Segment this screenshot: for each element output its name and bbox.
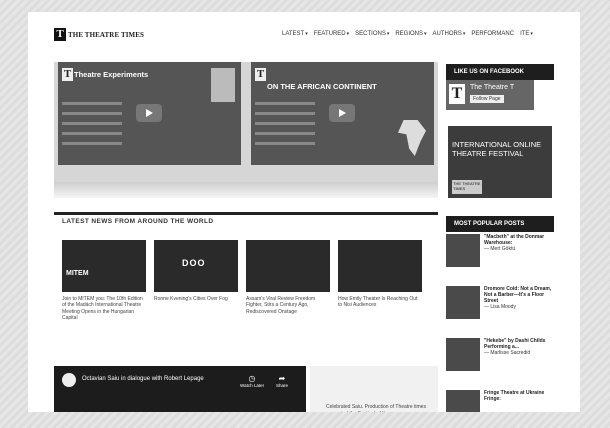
post-thumbnail: [446, 286, 480, 319]
facebook-heading: LIKE US ON FACEBOOK: [446, 64, 554, 80]
fb-follow-button[interactable]: Follow Page: [470, 95, 504, 103]
hero-card-title: ON THE AFRICAN CONTINENT: [267, 82, 377, 91]
text-lines: [255, 102, 315, 152]
theatre-times-logo-icon: T: [449, 84, 465, 104]
post-thumbnail: [446, 338, 480, 371]
performer-figure: [211, 68, 235, 102]
africa-map-icon: [398, 120, 426, 156]
chevron-down-icon: ▾: [530, 31, 533, 37]
nav-latest[interactable]: LATEST▾: [282, 31, 308, 37]
news-thumbnail: [246, 240, 330, 292]
news-thumbnail: [338, 240, 422, 292]
logo-mark: T: [54, 28, 66, 41]
page: T THE THEATRE TIMES LATEST▾ FEATURED▾ SE…: [28, 12, 580, 412]
news-card[interactable]: MITEM Join to MITEM you: The 10th Editio…: [62, 240, 146, 322]
logo-text: THE THEATRE TIMES: [68, 30, 145, 39]
post-thumbnail: [446, 234, 480, 267]
news-thumbnail: DOO: [154, 240, 238, 292]
news-thumbnail: MITEM: [62, 240, 146, 292]
theatre-times-logo-icon: T: [255, 68, 266, 81]
popular-posts-list: "Macbeth" at the Donmar Warehouse: — Mert…: [446, 234, 554, 412]
fb-page-name: The Theatre T: [470, 84, 515, 91]
news-card[interactable]: How Emily Theater Is Reaching Out to Nis…: [338, 240, 422, 309]
hero-card-title: Theatre Experiments: [74, 70, 149, 79]
nav-featured[interactable]: FEATURED▾: [314, 31, 349, 37]
list-item[interactable]: Dromore Cold: Not a Dream, Not a Barber—…: [446, 286, 554, 332]
section-divider: [54, 212, 438, 215]
nav-authors[interactable]: AUTHORS▾: [433, 31, 466, 37]
share-icon: ➦: [278, 374, 286, 383]
news-caption[interactable]: How Emily Theater Is Reaching Out to Nis…: [338, 296, 422, 309]
share-button[interactable]: ➦ Share: [276, 374, 288, 388]
site-logo[interactable]: T THE THEATRE TIMES: [54, 28, 144, 41]
list-item[interactable]: Fringe Theatre at Ukraine Fringe:: [446, 390, 554, 412]
promo-logo: THE THEATRE TIMES: [452, 180, 482, 194]
popular-heading: MOST POPULAR POSTS: [446, 216, 554, 232]
nav-sections[interactable]: SECTIONS▾: [355, 31, 389, 37]
facebook-widget[interactable]: T The Theatre T Follow Page: [446, 80, 534, 110]
hero-shadow: [54, 182, 438, 198]
news-card[interactable]: DOO Ronne Kvening's Cities Over Fog: [154, 240, 238, 302]
festival-promo-banner[interactable]: INTERNATIONAL ONLINE THEATRE FESTIVAL TH…: [448, 126, 552, 198]
avatar: [62, 373, 76, 387]
text-lines: [62, 102, 122, 152]
video-side-text: Celebrated Saiu. Production of Theatre t…: [326, 404, 426, 412]
news-caption[interactable]: Ronne Kvening's Cities Over Fog: [154, 296, 238, 302]
hero-video-card[interactable]: T Theatre Experiments: [58, 62, 241, 165]
theatre-times-logo-icon: T: [62, 68, 73, 81]
promo-text: INTERNATIONAL ONLINE THEATRE FESTIVAL: [452, 140, 542, 158]
news-card[interactable]: Assam's Viral Review Freedom Fighter, St…: [246, 240, 330, 315]
video-side-panel: Celebrated Saiu. Production of Theatre t…: [310, 366, 438, 412]
nav-website[interactable]: ITE▾: [520, 31, 533, 37]
chevron-down-icon: ▾: [386, 31, 390, 37]
chevron-down-icon: ▾: [346, 31, 350, 37]
video-title[interactable]: Octavian Saiu in dialogue with Robert Le…: [82, 376, 204, 382]
news-caption[interactable]: Join to MITEM you: The 10th Edition of t…: [62, 296, 146, 322]
play-icon[interactable]: [136, 104, 162, 122]
nav-performances[interactable]: PERFORMANC: [471, 31, 514, 37]
play-icon[interactable]: [329, 104, 355, 122]
chevron-down-icon: ▾: [305, 31, 308, 37]
embedded-video[interactable]: Octavian Saiu in dialogue with Robert Le…: [54, 366, 306, 412]
nav-regions[interactable]: REGIONS▾: [395, 31, 426, 37]
hero-video-card[interactable]: T ON THE AFRICAN CONTINENT: [251, 62, 434, 165]
main-nav: LATEST▾ FEATURED▾ SECTIONS▾ REGIONS▾ AUT…: [282, 31, 539, 37]
post-thumbnail: [446, 390, 480, 412]
chevron-down-icon: ▾: [462, 31, 466, 37]
list-item[interactable]: "Macbeth" at the Donmar Warehouse: — Mert…: [446, 234, 554, 280]
list-item[interactable]: "Hekebe" by Dashi Childs Performing a...…: [446, 338, 554, 384]
clock-icon: ◷: [248, 374, 256, 383]
news-caption[interactable]: Assam's Viral Review Freedom Fighter, St…: [246, 296, 330, 315]
latest-news-heading: LATEST NEWS FROM AROUND THE WORLD: [62, 218, 214, 225]
chevron-down-icon: ▾: [424, 31, 427, 37]
watch-later-button[interactable]: ◷ Watch Later: [240, 374, 264, 388]
